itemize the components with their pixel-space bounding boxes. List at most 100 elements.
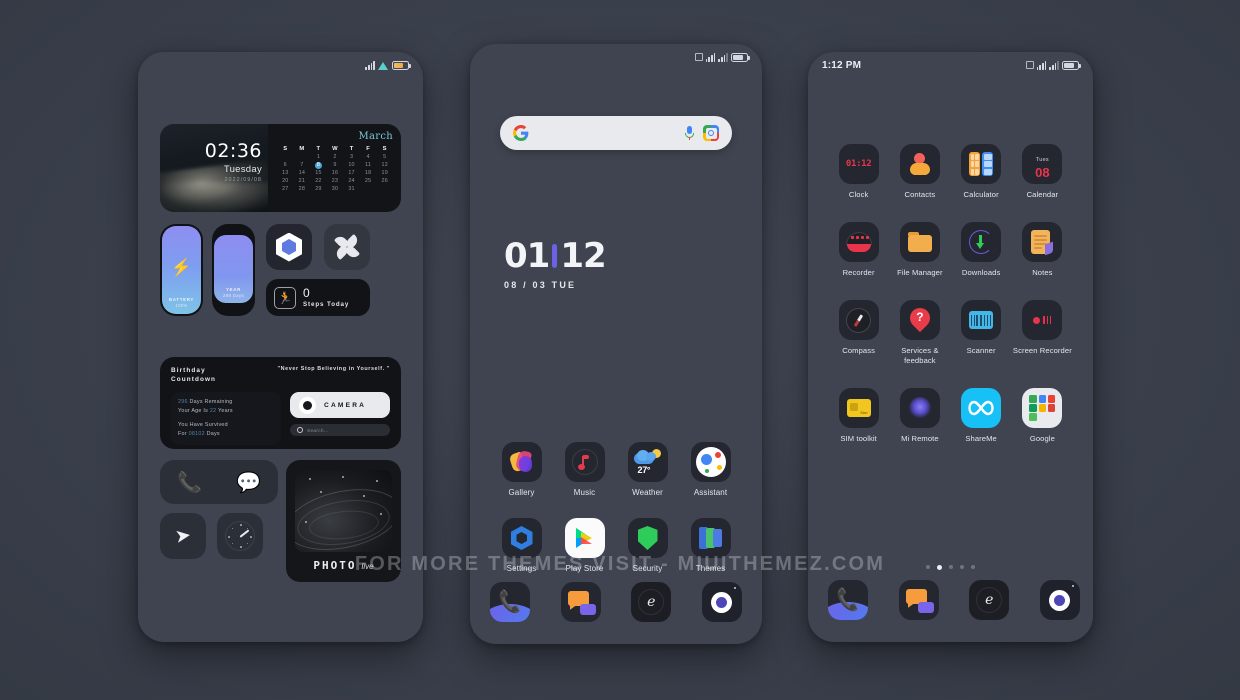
calendar-day[interactable]: 5 [376, 154, 393, 161]
calendar-day[interactable]: 6 [277, 162, 294, 169]
app-calculator[interactable]: Calculator [951, 144, 1012, 200]
calendar-day[interactable]: 30 [327, 186, 344, 193]
app-assistant[interactable]: Assistant [679, 442, 742, 498]
calendar-day[interactable]: 7 [294, 162, 311, 169]
photo-widget-subtitle: live [361, 562, 374, 571]
signal-bars-icon-sim2 [718, 52, 728, 62]
calendar-day[interactable]: 18 [360, 170, 377, 177]
fan-app-icon[interactable] [324, 224, 370, 270]
calendar-day[interactable]: 15 [310, 170, 327, 177]
birthday-stats: 296 Days Remaining Your Age Is 22 Years … [171, 392, 281, 445]
app-label: Scanner [966, 346, 996, 355]
calendar-day[interactable]: 4 [360, 154, 377, 161]
birthday-countdown-widget[interactable]: Birthday Countdown "Never Stop Believing… [160, 357, 401, 449]
phone-handset-icon[interactable]: 📞 [177, 470, 202, 495]
app-contacts[interactable]: Contacts [889, 144, 950, 200]
calendar-day[interactable]: 9 [327, 162, 344, 169]
messages-dock-icon[interactable] [560, 582, 601, 622]
calendar-day[interactable]: 3 [343, 154, 360, 161]
google-lens-icon[interactable] [703, 125, 719, 141]
calendar-day[interactable]: 22 [310, 178, 327, 185]
phone-message-widget[interactable]: 📞 💬 [160, 460, 278, 504]
calendar-day[interactable]: 21 [294, 178, 311, 185]
app-sim-toolkit[interactable]: Sim SIM toolkit [828, 388, 889, 444]
message-bubble-icon[interactable]: 💬 [236, 470, 261, 495]
age-prefix: Your Age Is [178, 408, 209, 414]
app-weather[interactable]: 27° Weather [616, 442, 679, 498]
microphone-icon[interactable] [685, 126, 694, 140]
app-recorder[interactable]: Recorder [828, 222, 889, 278]
calendar-day[interactable]: 8 [314, 162, 322, 169]
phone-dock-icon[interactable]: 📞 [490, 582, 530, 622]
year-progress-widget[interactable]: YEAR 298 Days [212, 224, 255, 316]
browser-dock-icon[interactable]: e [631, 582, 672, 622]
calendar-day[interactable]: 29 [310, 186, 327, 193]
app-file-manager[interactable]: File Manager [889, 222, 950, 278]
google-search-bar[interactable] [500, 116, 732, 150]
app-clock[interactable]: 01:12 Clock [828, 144, 889, 200]
calendar-day[interactable]: 31 [343, 186, 360, 193]
app-mi-remote[interactable]: Mi Remote [889, 388, 950, 444]
calendar-day[interactable]: 27 [277, 186, 294, 193]
calendar-day[interactable]: 10 [343, 162, 360, 169]
page-dot[interactable] [971, 565, 975, 569]
app-calendar[interactable]: Tues 08 Calendar [1012, 144, 1073, 200]
page-indicator-dots[interactable] [808, 565, 1093, 570]
steps-widget[interactable]: 🏃 0 Steps Today [266, 279, 370, 316]
page-dot[interactable] [926, 565, 930, 569]
app-services-feedback[interactable]: ? Services & feedback [889, 300, 950, 366]
calendar-widget[interactable]: March S M T W T F S 1 2 3 4 5 6 7 8 9 10 11 12 13 14 15 16 17 18… [268, 124, 401, 212]
app-screen-recorder[interactable]: Screen Recorder [1012, 300, 1073, 366]
messages-dock-icon[interactable] [898, 580, 939, 620]
calendar-icon-weekday: Tues [1035, 157, 1049, 163]
calendar-day[interactable]: 28 [294, 186, 311, 193]
calendar-day[interactable]: 11 [360, 162, 377, 169]
app-music[interactable]: Music [553, 442, 616, 498]
app-grid-right: 01:12 Clock Contacts Calculator Tues 08 … [828, 144, 1073, 444]
search-shortcut-field[interactable]: Search... [290, 424, 390, 436]
battery-widget[interactable]: ⚡ BATTERY 100% [160, 224, 203, 316]
app-compass[interactable]: Compass [828, 300, 889, 366]
analog-watch-icon [225, 521, 255, 551]
calendar-day[interactable]: 12 [376, 162, 393, 169]
app-security[interactable]: Security [616, 518, 679, 574]
app-label: Play Store [565, 564, 604, 573]
calendar-day[interactable]: 23 [327, 178, 344, 185]
camera-shortcut-button[interactable]: CAMERA [290, 392, 390, 418]
app-downloads[interactable]: Downloads [951, 222, 1012, 278]
watch-app-icon[interactable] [217, 513, 263, 559]
calendar-day[interactable]: 17 [343, 170, 360, 177]
clock-calendar-widget[interactable]: 02:36 Tuesday 2022/09/08 March SMTWTFS12… [160, 124, 401, 212]
calendar-day[interactable]: 20 [277, 178, 294, 185]
app-themes[interactable]: Themes [679, 518, 742, 574]
photo-live-widget[interactable]: PHOTO live [286, 460, 401, 582]
app-settings[interactable]: Settings [490, 518, 553, 574]
telegram-app-icon[interactable]: ➤ [160, 513, 206, 559]
calendar-day[interactable]: 25 [360, 178, 377, 185]
page-dot[interactable] [937, 565, 942, 570]
calendar-day[interactable]: 2 [327, 154, 344, 161]
settings-hex-icon[interactable] [266, 224, 312, 270]
app-label: Music [573, 488, 596, 497]
phone-dock-icon[interactable]: 📞 [828, 580, 868, 620]
calendar-day[interactable]: 1 [310, 154, 327, 161]
app-play-store[interactable]: Play Store [553, 518, 616, 574]
browser-dock-icon[interactable]: e [969, 580, 1010, 620]
page-dot[interactable] [949, 565, 953, 569]
camera-dock-icon[interactable] [1039, 580, 1080, 620]
app-label: Screen Recorder [1012, 346, 1072, 355]
calendar-day[interactable]: 19 [376, 170, 393, 177]
calendar-day[interactable]: 14 [294, 170, 311, 177]
app-notes[interactable]: Notes [1012, 222, 1073, 278]
app-scanner[interactable]: Scanner [951, 300, 1012, 366]
app-gallery[interactable]: Gallery [490, 442, 553, 498]
app-shareme[interactable]: ShareMe [951, 388, 1012, 444]
app-google-folder[interactable]: Google [1012, 388, 1073, 444]
camera-dock-icon[interactable] [701, 582, 742, 622]
calendar-day[interactable]: 13 [277, 170, 294, 177]
page-dot[interactable] [960, 565, 964, 569]
calendar-day[interactable]: 26 [376, 178, 393, 185]
calendar-day[interactable]: 16 [327, 170, 344, 177]
battery-icon [731, 52, 750, 62]
calendar-day[interactable]: 24 [343, 178, 360, 185]
